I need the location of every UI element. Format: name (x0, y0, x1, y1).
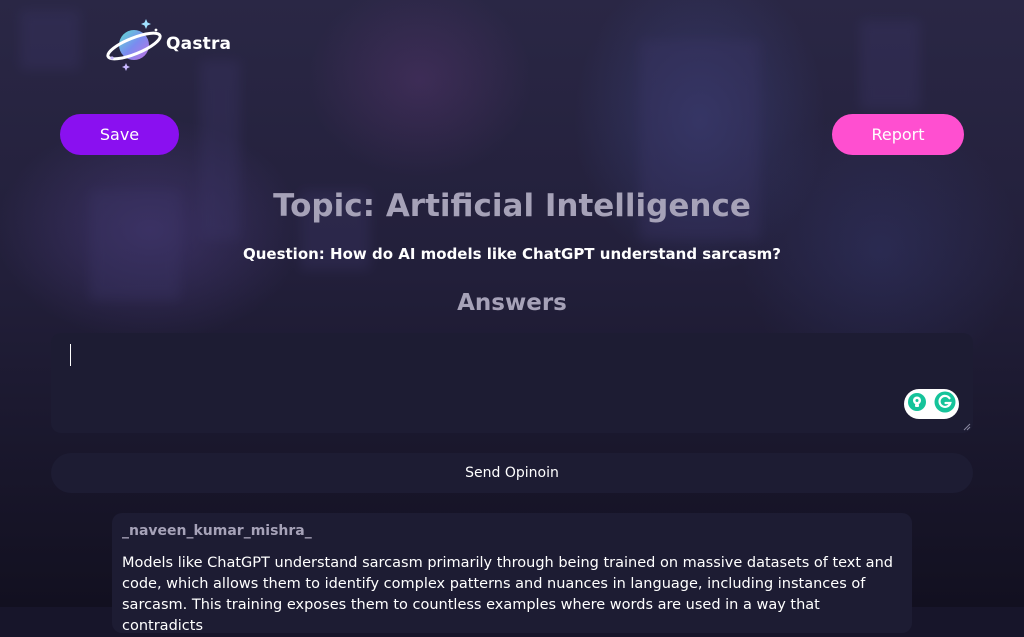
answer-username[interactable]: _naveen_kumar_mishra_ (122, 523, 312, 539)
brand-logo[interactable]: Qastra (104, 16, 231, 72)
grammarly-widget[interactable] (904, 389, 959, 419)
answer-text: Models like ChatGPT understand sarcasm p… (122, 555, 893, 634)
report-button[interactable]: Report (832, 114, 964, 155)
save-button[interactable]: Save (60, 114, 179, 155)
text-cursor (70, 344, 71, 366)
question-text: Question: How do AI models like ChatGPT … (242, 245, 782, 263)
planet-logo-icon (104, 16, 168, 72)
answer-card: _naveen_kumar_mishra_ Models like ChatGP… (112, 513, 912, 634)
grammarly-icon[interactable] (934, 391, 956, 417)
resize-handle-icon[interactable] (963, 423, 971, 431)
answer-input-container (51, 333, 973, 433)
send-opinion-button[interactable]: Send Opinoin (51, 453, 973, 493)
answers-heading: Answers (457, 290, 567, 316)
lightbulb-icon[interactable] (907, 392, 927, 416)
brand-name: Qastra (166, 34, 232, 54)
topic-title: Topic: Artificial Intelligence (273, 188, 751, 224)
answer-input[interactable] (51, 333, 973, 433)
